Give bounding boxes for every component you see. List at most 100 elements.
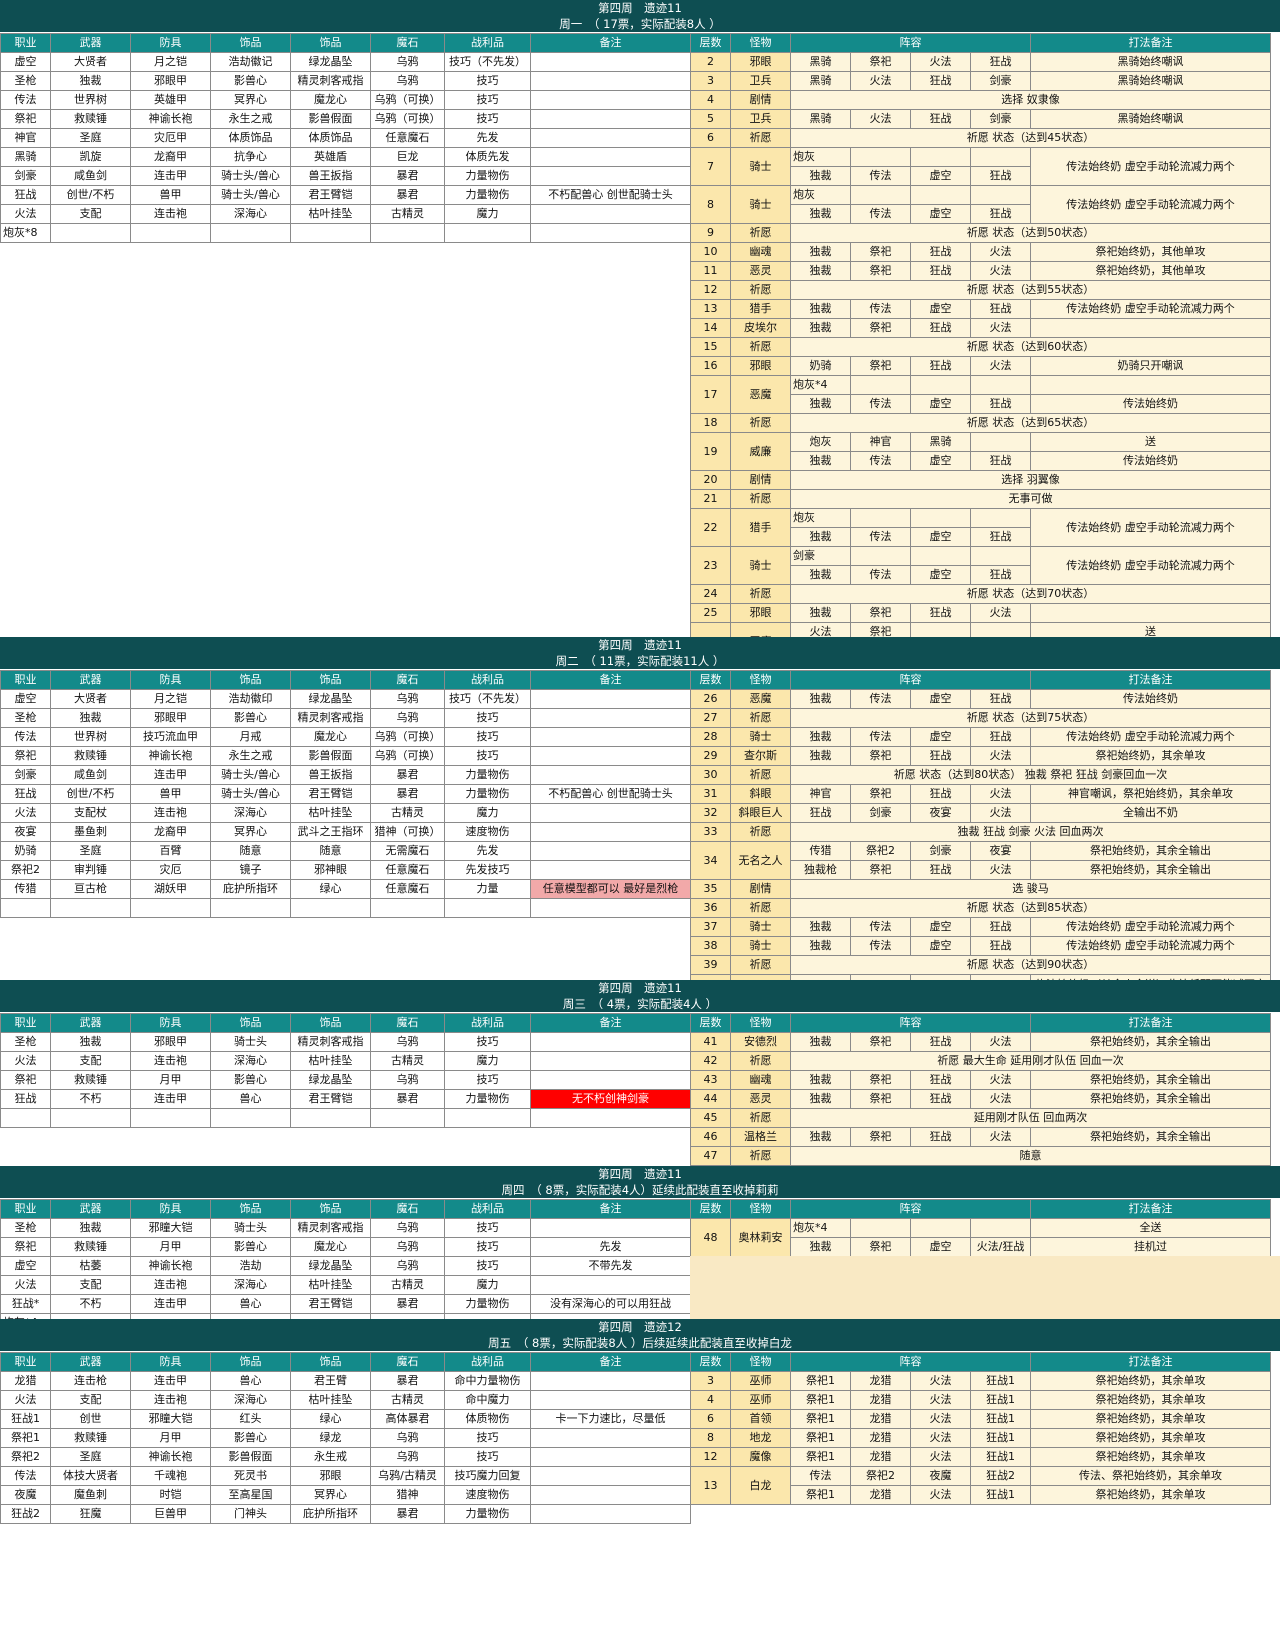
floor-note: 选 骏马: [790, 879, 1271, 899]
floor-row: 29 查尔斯 独裁 祭祀 狂战 火法 祭祀始终奶，其余单攻: [690, 746, 1271, 766]
table-cell: [530, 223, 691, 243]
monster-name: 幽魂: [730, 242, 791, 262]
table-cell: 灾厄: [130, 860, 211, 880]
floor-number: 43: [690, 1070, 731, 1090]
lineup-member: 独裁: [790, 936, 851, 956]
table-cell: 绿龙晶坠: [290, 1256, 371, 1276]
column-header: 武器: [50, 1352, 131, 1372]
table-row: 狂战1 创世 邪瞳大铠 红头 绿心 高体暴君 体质物伤 卡一下力速比，尽量低: [0, 1409, 691, 1429]
lineup-member: 狂战: [970, 166, 1031, 186]
table-cell: 火法: [0, 1051, 51, 1071]
table-cell: 冥界心: [210, 90, 291, 110]
column-header: 魔石: [370, 1199, 445, 1219]
lineup-member: 龙猎: [850, 1390, 911, 1410]
equipment-header-row: 职业 武器 防具 饰品 饰品 魔石 战利品 备注: [0, 33, 691, 53]
floor-row: 25 邪眼 独裁 祭祀 狂战 火法: [690, 603, 1271, 623]
floor-number: 4: [690, 1390, 731, 1410]
week-section: 第四周 遗迹11 周一 （ 17票，实际配装8人 ）职业 武器 防具 饰品 饰品 魔石 战利品…: [0, 0, 1280, 637]
monster-name: 祈愿: [730, 489, 791, 509]
lineup-member: [910, 508, 971, 528]
table-cell: 炮灰*8: [0, 223, 51, 243]
lineup-member: 夜宴: [970, 841, 1031, 861]
empty-area: [690, 1256, 1280, 1319]
table-cell: 支配: [50, 1275, 131, 1295]
floor-number: 25: [690, 603, 731, 623]
table-cell: 乌鸦: [370, 1070, 445, 1090]
table-cell: 黑骑: [0, 147, 51, 167]
lineup-member: 祭祀: [850, 746, 911, 766]
lineup-member: 火法: [910, 1428, 971, 1448]
floor-number: 23: [690, 546, 731, 585]
monster-name: 骑士: [730, 936, 791, 956]
table-cell: 祭祀: [0, 746, 51, 766]
floor-table: 层数 怪物 阵容 打法备注 41 安德烈 独裁 祭祀 狂战 火法 祭祀始终奶，其余全输出 42 祈愿 祈愿…: [690, 1013, 1271, 1166]
table-cell: 体质饰品: [210, 128, 291, 148]
table-row: 祭祀2 圣庭 神谕长袍 影兽假面 永生戒 乌鸦 技巧: [0, 1447, 691, 1467]
column-header: 怪物: [730, 1352, 791, 1372]
table-cell: 无需魔石: [370, 841, 445, 861]
strategy-note: [1030, 603, 1271, 623]
floor-number: 6: [690, 128, 731, 148]
table-cell: 力量物伤: [444, 765, 531, 785]
section-header: 第四周 遗迹11 周一 （ 17票，实际配装8人 ）: [0, 0, 1280, 33]
table-cell: 速度物伤: [444, 1485, 531, 1505]
column-header: 职业: [0, 1352, 51, 1372]
floor-row: 48 奥林莉安 炮灰*4 全送: [690, 1218, 1271, 1257]
lineup-member: 独裁: [790, 242, 851, 262]
table-row: 虚空 大贤者 月之铠 浩劫徽记 绿龙晶坠 乌鸦 技巧（不先发）: [0, 52, 691, 72]
table-cell: 古精灵: [370, 803, 445, 823]
equipment-table: 职业 武器 防具 饰品 饰品 魔石 战利品 备注 圣枪 独裁 邪瞳大铠 骑士头 精灵刺客戒指 乌鸦 技巧 祭祀…: [0, 1199, 691, 1319]
lineup-member: 狂战: [910, 261, 971, 281]
floor-row: 6 祈愿 祈愿 状态（达到45状态）: [690, 128, 1271, 148]
column-header: 备注: [530, 1199, 691, 1219]
table-cell: [530, 1390, 691, 1410]
table-cell: 深海心: [210, 803, 291, 823]
table-cell: 君王臂铠: [290, 784, 371, 804]
floor-number: 42: [690, 1051, 731, 1071]
table-cell: 连击枪: [50, 1371, 131, 1391]
table-cell: 兽心: [210, 1089, 291, 1109]
monster-name: 剧情: [730, 90, 791, 110]
floor-row: 19 威廉 炮灰 神官 黑骑 送: [690, 432, 1271, 471]
lineup-member: 火法: [970, 356, 1031, 376]
lineup-member: 独裁: [790, 204, 851, 224]
table-cell: 狂魔: [50, 1504, 131, 1524]
table-cell: 龙裔甲: [130, 822, 211, 842]
table-cell: 技巧: [444, 90, 531, 110]
table-cell: 庇护所指环: [290, 1504, 371, 1524]
monster-name: 祈愿: [730, 765, 791, 785]
lineup-member: 龙猎: [850, 1447, 911, 1467]
table-cell: [210, 1313, 291, 1319]
table-row: 虚空 枯萎 神谕长袍 浩劫 绿龙晶坠 乌鸦 技巧 不带先发: [0, 1256, 691, 1276]
table-cell: 救赎锤: [50, 746, 131, 766]
floor-number: 37: [690, 917, 731, 937]
column-header: 武器: [50, 1199, 131, 1219]
column-header: 饰品: [290, 670, 371, 690]
floor-row: 11 恶灵 独裁 祭祀 狂战 火法 祭祀始终奶，其他单攻: [690, 261, 1271, 281]
column-header: 战利品: [444, 1013, 531, 1033]
floor-note: 祈愿 状态（达到80状态） 独裁 祭祀 狂战 剑豪回血一次: [790, 765, 1271, 785]
lineup-member: 狂战: [970, 299, 1031, 319]
floor-row: 13 猎手 独裁 传法 虚空 狂战 传法始终奶 虚空手动轮流减力两个: [690, 299, 1271, 319]
lineup-member: 黑骑: [910, 432, 971, 452]
table-row: 火法 支配 连击袍 深海心 枯叶挂坠 古精灵 魔力: [0, 1275, 691, 1295]
table-cell: 神官: [0, 128, 51, 148]
lineup-member: 祭祀: [850, 1127, 911, 1147]
table-cell: 随意: [210, 841, 291, 861]
monster-name: 猎手: [730, 508, 791, 547]
lineup-member: [850, 375, 911, 395]
table-cell: 狂战*: [0, 1294, 51, 1314]
floor-row: 32 斜眼巨人 狂战 剑豪 夜宴 火法 全输出不奶: [690, 803, 1271, 823]
table-cell: 不朽: [50, 1089, 131, 1109]
section-header: 第四周 遗迹11 周四 （ 8票，实际配装4人）延续此配装直至收掉莉莉: [0, 1166, 1280, 1199]
table-cell: 技巧: [444, 727, 531, 747]
table-cell: 技巧: [444, 1218, 531, 1238]
section-title: 第四周 遗迹11: [598, 981, 682, 995]
monster-name: 祈愿: [730, 584, 791, 604]
strategy-note: 祭祀始终奶，其余单攻: [1030, 1390, 1271, 1410]
monster-name: 查尔斯: [730, 746, 791, 766]
table-cell: 暴君: [370, 185, 445, 205]
column-header: 打法备注: [1030, 1352, 1271, 1372]
monster-name: 白龙: [730, 1466, 791, 1505]
floor-note: 选择 羽翼像: [790, 470, 1271, 490]
